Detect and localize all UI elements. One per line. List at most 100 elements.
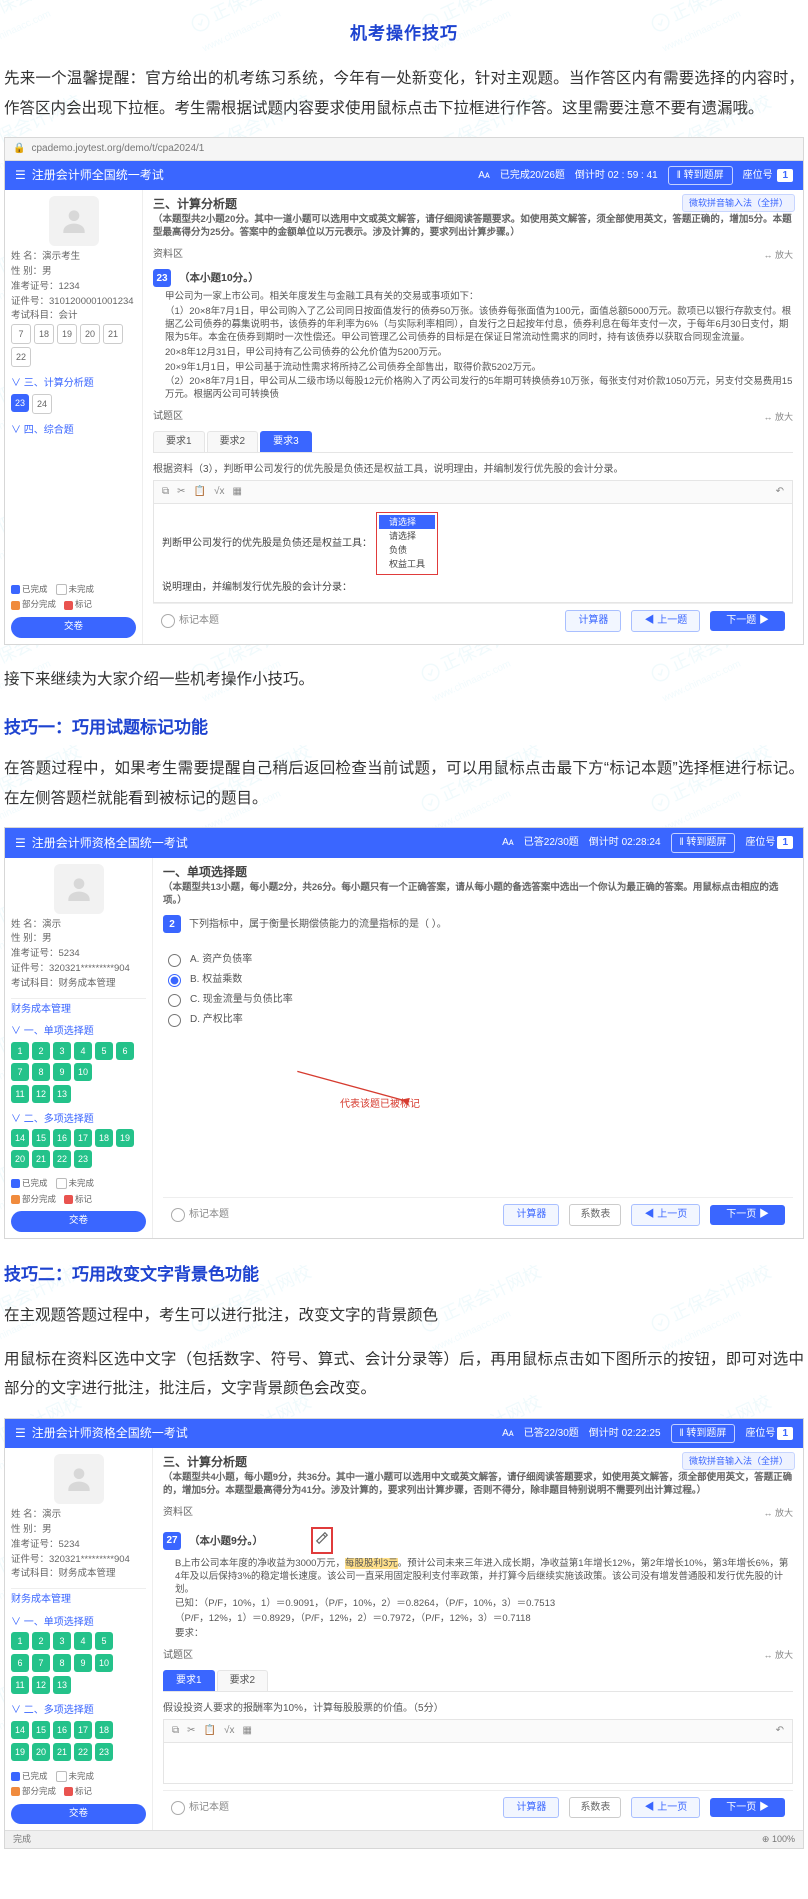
question-nav-number[interactable]: 14 [11,1721,29,1739]
submit-button[interactable]: 交卷 [11,1211,146,1232]
question-nav-number[interactable]: 6 [116,1042,134,1060]
section-header[interactable]: ∨ 三、计算分析题 [11,377,136,391]
question-nav-number[interactable]: 24 [32,394,52,414]
question-nav-number[interactable]: 17 [74,1721,92,1739]
answer-dropdown[interactable]: 请选择 请选择 负债 权益工具 [376,512,438,575]
question-nav-number[interactable]: 12 [32,1085,50,1103]
option-d[interactable]: D. 产权比率 [163,1011,793,1027]
expand-button[interactable]: ↔ 放大 [763,1649,793,1661]
undo-icon[interactable]: ↶ [776,485,784,499]
calculator-button[interactable]: 计算器 [565,610,621,632]
question-nav-number[interactable]: 14 [11,1129,29,1147]
tab-req2[interactable]: 要求2 [207,431,259,452]
highlight-button[interactable] [311,1527,333,1554]
expand-button[interactable]: ↔ 放大 [763,249,793,261]
question-nav-number[interactable]: 22 [53,1150,71,1168]
question-nav-number[interactable]: 13 [53,1676,71,1694]
question-nav-number[interactable]: 4 [74,1042,92,1060]
question-nav-number[interactable]: 22 [11,347,31,367]
question-nav-number[interactable]: 2 [32,1632,50,1650]
question-nav-number[interactable]: 1 [11,1632,29,1650]
ime-indicator[interactable]: 微软拼音输入法（全拼） [682,194,795,212]
coefficient-table-button[interactable]: 系数表 [569,1797,621,1819]
font-size-icon[interactable]: Aᴀ [502,1427,514,1441]
formula-icon[interactable]: √x [214,485,225,499]
question-nav-number[interactable]: 21 [32,1150,50,1168]
switch-screen-button[interactable]: ‖ 转到题屏 [668,166,733,186]
question-nav-number[interactable]: 23 [11,394,29,412]
question-nav-number[interactable]: 16 [53,1129,71,1147]
prev-button[interactable]: ◀ 上一题 [631,610,700,632]
question-nav-number[interactable]: 3 [53,1632,71,1650]
menu-icon[interactable]: ☰ [15,167,26,183]
question-nav-number[interactable]: 21 [103,324,123,344]
question-nav-number[interactable]: 9 [53,1063,71,1081]
expand-button[interactable]: ↔ 放大 [763,411,793,423]
question-nav-number[interactable]: 8 [32,1063,50,1081]
question-nav-number[interactable]: 19 [57,324,77,344]
mark-question-checkbox[interactable]: 标记本题 [171,1801,229,1815]
next-button[interactable]: 下一页 ▶ [710,1798,785,1818]
option-c[interactable]: C. 现金流量与负债比率 [163,991,793,1007]
question-nav-number[interactable]: 6 [11,1654,29,1672]
option-b[interactable]: B. 权益乘数 [163,971,793,987]
question-nav-number[interactable]: 15 [32,1129,50,1147]
table-icon[interactable]: ▦ [232,485,241,499]
question-nav-number[interactable]: 5 [95,1042,113,1060]
question-nav-number[interactable]: 23 [74,1150,92,1168]
copy-icon[interactable]: ⧉ [172,1724,179,1738]
question-nav-number[interactable]: 19 [11,1743,29,1761]
paste-icon[interactable]: 📋 [194,485,206,499]
menu-icon[interactable]: ☰ [15,1425,26,1441]
prev-button[interactable]: ◀ 上一页 [631,1797,700,1819]
section-header[interactable]: ∨ 一、单项选择题 [11,1616,146,1630]
mark-question-checkbox[interactable]: 标记本题 [161,614,219,628]
calculator-button[interactable]: 计算器 [503,1204,559,1226]
question-nav-number[interactable]: 15 [32,1721,50,1739]
question-nav-number[interactable]: 19 [116,1129,134,1147]
mark-question-checkbox[interactable]: 标记本题 [171,1208,229,1222]
switch-screen-button[interactable]: ‖ 转到题屏 [671,1424,736,1444]
question-nav-number[interactable]: 2 [32,1042,50,1060]
question-nav-number[interactable]: 13 [53,1085,71,1103]
coefficient-table-button[interactable]: 系数表 [569,1204,621,1226]
tab-req3[interactable]: 要求3 [260,431,312,452]
paste-icon[interactable]: 📋 [204,1724,216,1738]
question-nav-number[interactable]: 20 [80,324,100,344]
question-nav-number[interactable]: 7 [11,1063,29,1081]
cut-icon[interactable]: ✂ [187,1724,195,1738]
question-nav-number[interactable]: 12 [32,1676,50,1694]
question-nav-number[interactable]: 18 [34,324,54,344]
ime-indicator[interactable]: 微软拼音输入法（全拼） [682,1452,795,1470]
question-nav-number[interactable]: 9 [74,1654,92,1672]
section-header[interactable]: ∨ 二、多项选择题 [11,1704,146,1718]
question-nav-number[interactable]: 1 [11,1042,29,1060]
question-nav-number[interactable]: 18 [95,1129,113,1147]
section-header[interactable]: ∨ 一、单项选择题 [11,1025,146,1039]
question-nav-number[interactable]: 10 [74,1063,92,1081]
next-button[interactable]: 下一页 ▶ [710,1205,785,1225]
question-nav-number[interactable]: 3 [53,1042,71,1060]
question-nav-number[interactable]: 4 [74,1632,92,1650]
table-icon[interactable]: ▦ [242,1724,251,1738]
option-a[interactable]: A. 资产负债率 [163,951,793,967]
font-size-icon[interactable]: Aᴀ [502,836,514,850]
question-nav-number[interactable]: 21 [53,1743,71,1761]
switch-screen-button[interactable]: ‖ 转到题屏 [671,833,736,853]
question-nav-number[interactable]: 11 [11,1085,29,1103]
prev-button[interactable]: ◀ 上一页 [631,1204,700,1226]
section-header[interactable]: ∨ 四、综合题 [11,424,136,438]
submit-button[interactable]: 交卷 [11,1804,146,1825]
copy-icon[interactable]: ⧉ [162,485,169,499]
next-button[interactable]: 下一题 ▶ [710,611,785,631]
question-nav-number[interactable]: 5 [95,1632,113,1650]
question-nav-number[interactable]: 20 [11,1150,29,1168]
question-nav-number[interactable]: 7 [32,1654,50,1672]
answer-editor[interactable] [163,1742,793,1784]
question-nav-number[interactable]: 7 [11,324,31,344]
cut-icon[interactable]: ✂ [177,485,185,499]
question-nav-number[interactable]: 18 [95,1721,113,1739]
expand-button[interactable]: ↔ 放大 [763,1507,793,1519]
answer-editor[interactable]: 判断甲公司发行的优先股是负债还是权益工具： 请选择 请选择 负债 权益工具 说明… [153,503,793,603]
question-nav-number[interactable]: 22 [74,1743,92,1761]
